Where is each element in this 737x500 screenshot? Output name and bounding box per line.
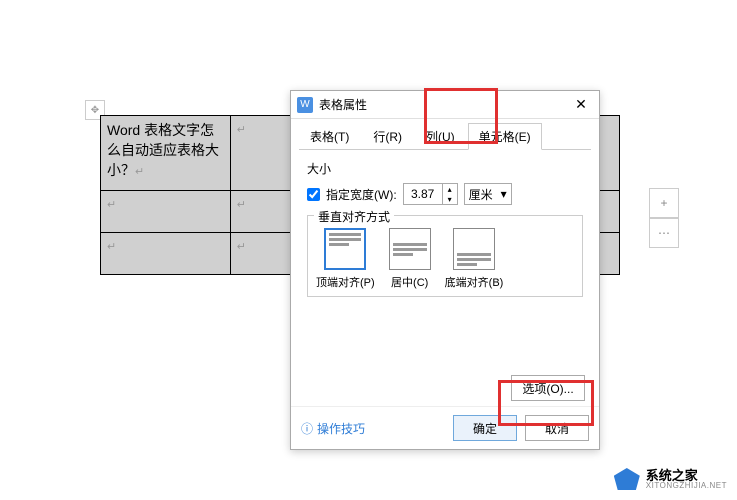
- cancel-button[interactable]: 取消: [525, 415, 589, 441]
- tab-panel-cell: 大小 指定宽度(W): ▴ ▾ 厘米 ▾ 垂直对齐方式 顶端对齐(P): [299, 149, 591, 307]
- tab-row[interactable]: 行(R): [362, 123, 413, 150]
- close-icon[interactable]: ✕: [569, 93, 593, 117]
- dialog-titlebar[interactable]: W 表格属性 ✕: [291, 91, 599, 119]
- expand-button[interactable]: +: [649, 188, 679, 218]
- chevron-down-icon: ▾: [501, 187, 507, 201]
- align-bottom-label: 底端对齐(B): [445, 274, 504, 290]
- options-button[interactable]: 选项(O)...: [511, 375, 585, 401]
- width-spinner[interactable]: ▴ ▾: [403, 183, 458, 205]
- tab-table[interactable]: 表格(T): [299, 123, 360, 150]
- align-top-icon: [324, 228, 366, 270]
- app-icon: W: [297, 97, 313, 113]
- unit-value: 厘米: [469, 186, 493, 203]
- watermark-icon: [614, 468, 640, 490]
- paragraph-mark: ↵: [237, 124, 246, 136]
- table-properties-dialog: W 表格属性 ✕ 表格(T) 行(R) 列(U) 单元格(E) 大小 指定宽度(…: [290, 90, 600, 450]
- align-top-option[interactable]: 顶端对齐(P): [316, 228, 375, 290]
- tips-link[interactable]: 操作技巧: [301, 420, 365, 437]
- watermark-en: XITONGZHIJIA.NET: [646, 482, 727, 490]
- align-bottom-icon: [453, 228, 495, 270]
- valign-legend: 垂直对齐方式: [314, 208, 394, 225]
- dialog-footer: 操作技巧 确定 取消: [291, 406, 599, 449]
- size-label: 大小: [307, 160, 583, 177]
- paragraph-mark: ↵: [107, 241, 116, 253]
- paragraph-mark: ↵: [107, 199, 116, 211]
- dialog-title: 表格属性: [319, 96, 569, 113]
- watermark: 系统之家 XITONGZHIJIA.NET: [614, 468, 727, 490]
- align-center-icon: [389, 228, 431, 270]
- ok-button[interactable]: 确定: [453, 415, 517, 441]
- align-center-label: 居中(C): [391, 274, 428, 290]
- paragraph-mark: ↵: [237, 199, 246, 211]
- side-panel-toggle: + ⋯: [649, 188, 679, 248]
- spin-down-icon[interactable]: ▾: [443, 194, 457, 204]
- tab-cell[interactable]: 单元格(E): [468, 123, 542, 150]
- specify-width-label: 指定宽度(W):: [326, 186, 397, 203]
- align-center-option[interactable]: 居中(C): [389, 228, 431, 290]
- collapse-button[interactable]: ⋯: [649, 218, 679, 248]
- cell-text[interactable]: Word 表格文字怎么自动适应表格大小？: [107, 122, 219, 178]
- align-bottom-option[interactable]: 底端对齐(B): [445, 228, 504, 290]
- align-top-label: 顶端对齐(P): [316, 274, 375, 290]
- tab-column[interactable]: 列(U): [415, 123, 466, 150]
- paragraph-mark: ↵: [237, 241, 246, 253]
- specify-width-checkbox[interactable]: [307, 188, 320, 201]
- spin-up-icon[interactable]: ▴: [443, 184, 457, 194]
- paragraph-mark: ↵: [135, 166, 144, 178]
- watermark-cn: 系统之家: [646, 469, 727, 482]
- vertical-align-group: 垂直对齐方式 顶端对齐(P) 居中(C) 底端对齐(B): [307, 215, 583, 297]
- width-unit-dropdown[interactable]: 厘米 ▾: [464, 183, 512, 205]
- width-input[interactable]: [404, 187, 442, 201]
- tab-bar: 表格(T) 行(R) 列(U) 单元格(E): [299, 123, 591, 150]
